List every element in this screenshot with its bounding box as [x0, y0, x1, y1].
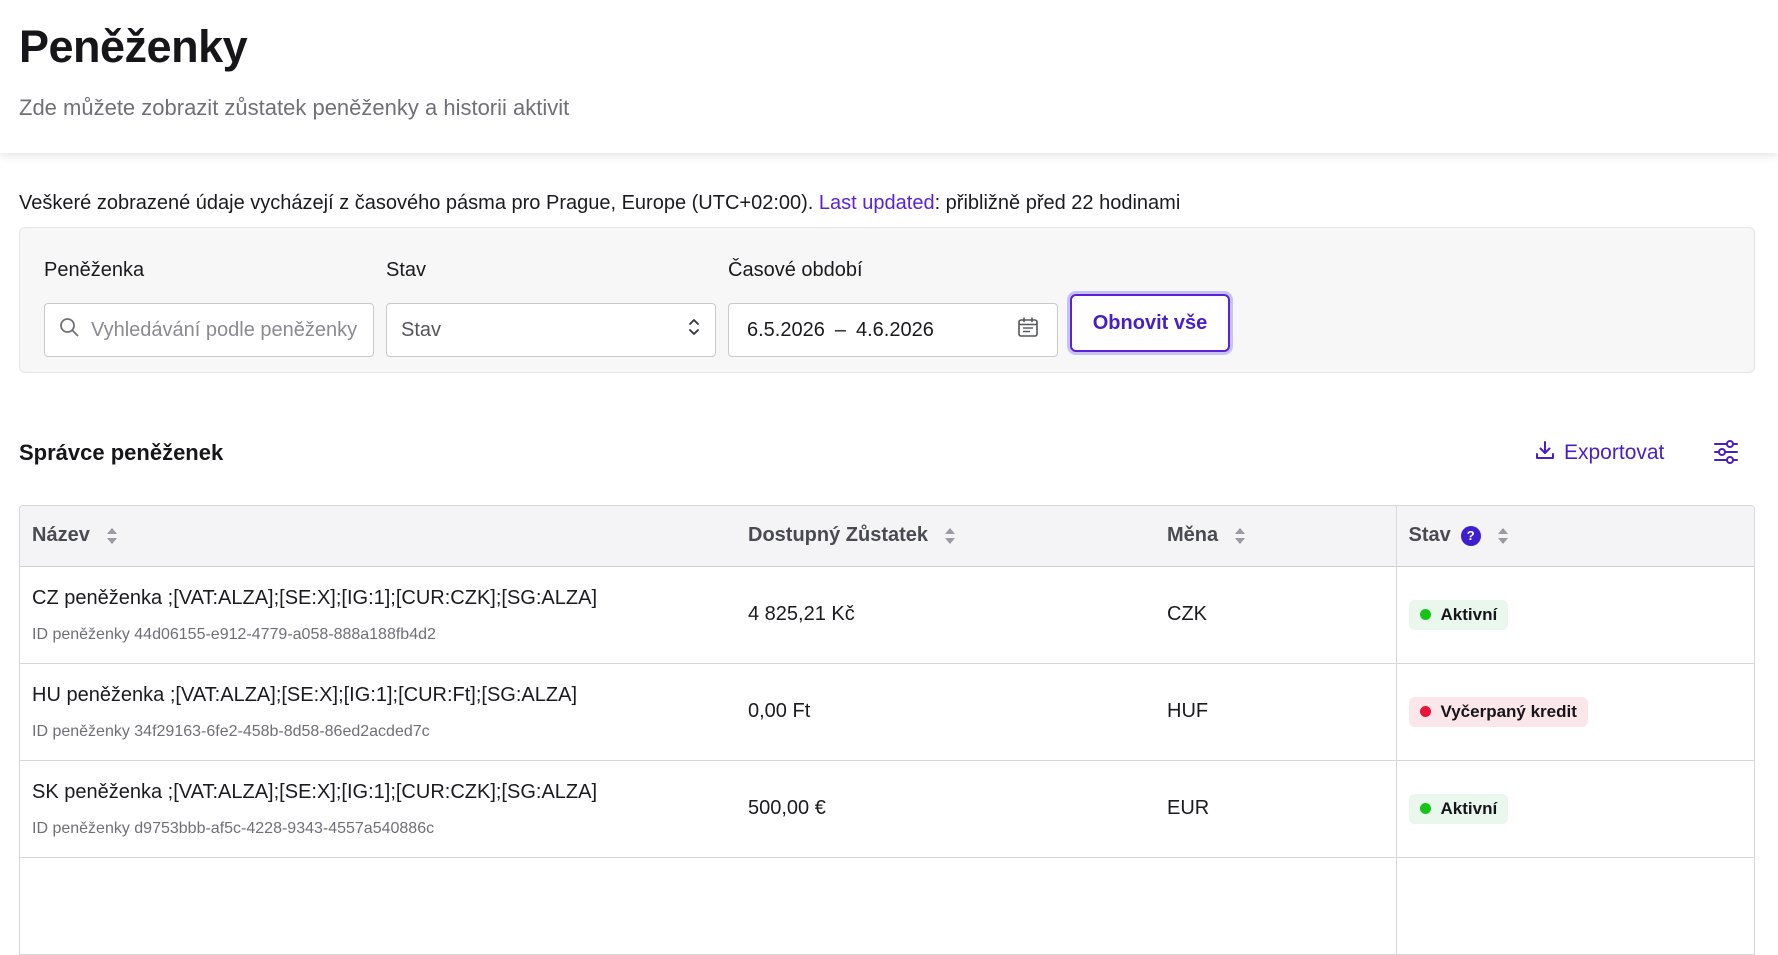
period-filter-label: Časové období: [728, 259, 863, 281]
table-settings-button[interactable]: [1713, 439, 1739, 470]
date-to: 4.6.2026: [855, 318, 934, 341]
wallet-search-input[interactable]: Vyhledávání podle peněženky: [44, 303, 374, 357]
last-updated-value: : přibližně před 22 hodinami: [934, 192, 1181, 214]
page-title: Peněženky: [19, 21, 248, 72]
column-header-balance-label: Dostupný Zůstatek: [748, 524, 929, 547]
status-badge-label: Aktivní: [1440, 604, 1498, 624]
timezone-notice-text: Veškeré zobrazené údaje vycházejí z časo…: [19, 192, 819, 214]
search-icon: [59, 317, 79, 343]
download-icon: [1534, 439, 1556, 467]
sort-icon[interactable]: [1497, 526, 1509, 546]
status-badge: Vyčerpaný kredit: [1408, 696, 1588, 727]
cell-name: HU peněženka ;[VAT:ALZA];[SE:X];[IG:1];[…: [20, 663, 736, 761]
reset-all-button[interactable]: Obnovit vše: [1070, 294, 1230, 352]
wallet-name: SK peněženka ;[VAT:ALZA];[SE:X];[IG:1];[…: [32, 780, 598, 803]
page-header: Peněženky Zde můžete zobrazit zůstatek p…: [0, 0, 1778, 153]
timezone-notice: Veškeré zobrazené údaje vycházejí z časo…: [19, 190, 1180, 216]
column-header-balance[interactable]: Dostupný Zůstatek: [736, 506, 1155, 567]
page-subtitle: Zde můžete zobrazit zůstatek peněženky a…: [19, 95, 570, 120]
table-header-row: Název Dostupný Zůstatek Měna Stav?: [20, 506, 1754, 567]
status-badge: Aktivní: [1408, 599, 1509, 630]
sliders-icon: [1713, 440, 1739, 469]
date-range-input[interactable]: 6.5.2026–4.6.2026: [728, 303, 1058, 357]
column-header-status[interactable]: Stav?: [1395, 506, 1754, 567]
table-row[interactable]: SK peněženka ;[VAT:ALZA];[SE:X];[IG:1];[…: [20, 760, 1754, 858]
table-row[interactable]: HU peněženka ;[VAT:ALZA];[SE:X];[IG:1];[…: [20, 663, 1754, 761]
cell-balance: 4 825,21 Kč: [736, 566, 1155, 664]
period-filter: Časové období 6.5.2026–4.6.2026: [728, 258, 1058, 357]
column-header-currency-label: Měna: [1167, 524, 1219, 547]
cell-balance: 0,00 Ft: [736, 663, 1155, 761]
column-header-status-label: Stav: [1408, 524, 1451, 547]
column-header-name-label: Název: [32, 524, 90, 547]
cell-balance: [736, 857, 1155, 955]
filter-panel: Peněženka Vyhledávání podle peněženky St…: [19, 227, 1755, 373]
wallet-id: ID peněženky 34f29163-6fe2-458b-8d58-86e…: [32, 722, 430, 740]
sort-icon[interactable]: [944, 526, 956, 546]
wallet-filter: Peněženka Vyhledávání podle peněženky: [44, 258, 374, 357]
export-button-label: Exportovat: [1564, 441, 1665, 464]
sort-icon[interactable]: [1234, 526, 1246, 546]
wallet-search-placeholder: Vyhledávání podle peněženky: [91, 318, 358, 341]
cell-currency: HUF: [1155, 663, 1396, 761]
cell-currency: EUR: [1155, 760, 1396, 858]
status-select-value: Stav: [401, 318, 442, 341]
date-separator: –: [834, 318, 846, 341]
cell-status: Aktivní: [1395, 760, 1754, 858]
status-filter: Stav Stav: [386, 258, 716, 357]
status-select[interactable]: Stav: [386, 303, 716, 357]
status-badge-label: Aktivní: [1440, 798, 1498, 818]
table-row[interactable]: CZ peněženka ;[VAT:ALZA];[SE:X];[IG:1];[…: [20, 566, 1754, 664]
wallets-table: Název Dostupný Zůstatek Měna Stav? CZ pe…: [19, 505, 1755, 955]
status-filter-label: Stav: [386, 259, 427, 281]
cell-status: [1395, 857, 1754, 955]
date-range-value: 6.5.2026–4.6.2026: [747, 319, 944, 342]
cell-name: [20, 857, 736, 955]
last-updated-link[interactable]: Last updated: [819, 192, 935, 214]
cell-currency: [1155, 857, 1396, 955]
wallet-filter-label: Peněženka: [44, 259, 145, 281]
status-badge: Aktivní: [1408, 793, 1509, 824]
wallet-name: CZ peněženka ;[VAT:ALZA];[SE:X];[IG:1];[…: [32, 586, 597, 609]
section-title: Správce peněženek: [19, 440, 224, 465]
status-dot: [1419, 803, 1431, 814]
table-row[interactable]: [20, 857, 1754, 955]
cell-status: Aktivní: [1395, 566, 1754, 664]
export-button[interactable]: Exportovat: [1534, 439, 1664, 467]
sort-icon[interactable]: [106, 526, 118, 546]
cell-currency: CZK: [1155, 566, 1396, 664]
chevron-up-down-icon: [687, 317, 701, 343]
wallet-id: ID peněženky d9753bbb-af5c-4228-9343-455…: [32, 819, 435, 837]
wallet-name: HU peněženka ;[VAT:ALZA];[SE:X];[IG:1];[…: [32, 683, 577, 706]
column-header-name[interactable]: Název: [20, 506, 736, 567]
cell-status: Vyčerpaný kredit: [1395, 663, 1754, 761]
status-badge-label: Vyčerpaný kredit: [1440, 701, 1577, 721]
status-dot: [1419, 706, 1431, 717]
cell-balance: 500,00 €: [736, 760, 1155, 858]
date-from: 6.5.2026: [747, 318, 825, 341]
cell-name: SK peněženka ;[VAT:ALZA];[SE:X];[IG:1];[…: [20, 760, 736, 858]
column-header-currency[interactable]: Měna: [1155, 506, 1396, 567]
wallet-id: ID peněženky 44d06155-e912-4779-a058-888…: [32, 625, 436, 643]
help-icon[interactable]: ?: [1460, 525, 1481, 546]
status-dot: [1419, 609, 1431, 620]
calendar-icon[interactable]: [1017, 316, 1039, 344]
cell-name: CZ peněženka ;[VAT:ALZA];[SE:X];[IG:1];[…: [20, 566, 736, 664]
